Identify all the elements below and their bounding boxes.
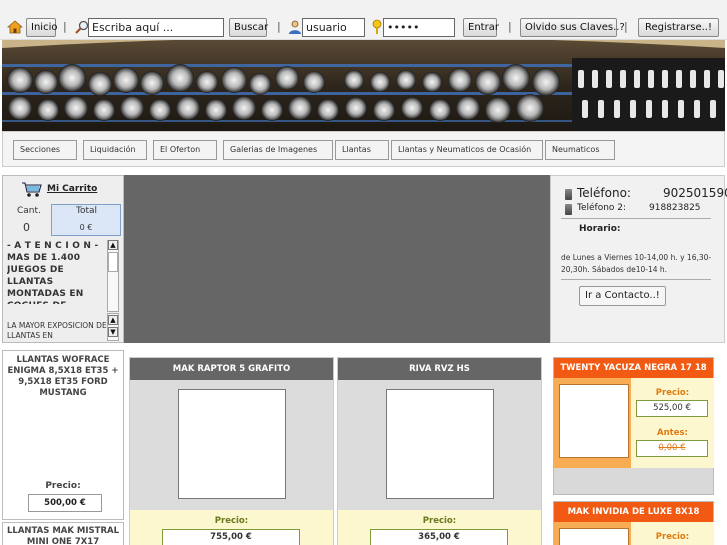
product-card[interactable]: MAK RAPTOR 5 GRAFITO Precio: 755,00 € (129, 357, 334, 545)
home-icon[interactable] (7, 19, 23, 35)
phone-label: Teléfono: (577, 186, 631, 200)
main-nav: Secciones Liquidación El Oferton Galeria… (2, 131, 725, 167)
product-card[interactable]: LLANTAS MAK MISTRAL MINI ONE 7X17 ANCLAJ… (2, 522, 124, 545)
scroll-up-icon[interactable]: ▲ (108, 315, 118, 325)
tire-store-panorama (2, 40, 725, 131)
product-image-area (130, 380, 333, 510)
search-input[interactable]: Escriba aquí ... (88, 18, 224, 37)
price-value: 500,00 € (28, 494, 102, 512)
before-label: Antes: (657, 428, 688, 438)
tab-secciones[interactable]: Secciones (13, 140, 77, 160)
cart-qty-header: Cant. (17, 206, 41, 216)
offer-prices: Precio: 525,00 € Antes: 0,00 € (631, 378, 714, 468)
offer-card[interactable]: TWENTY YACUZA NEGRA 17 18 Precio: 525,00… (553, 357, 714, 495)
top-toolbar: Inicio | Escriba aquí ... Buscar | usuar… (0, 0, 727, 40)
separator: | (624, 20, 628, 33)
product-title[interactable]: RIVA RVZ HS (338, 358, 541, 380)
cart-panel: Mi Carrito Cant. Total 0 0 € - A T E N C… (2, 175, 124, 343)
price-label: Precio: (214, 516, 249, 526)
scroll-down-icon[interactable]: ▼ (108, 327, 118, 337)
contact-button[interactable]: Ir a Contacto..! (579, 286, 666, 306)
password-field[interactable]: ••••• (383, 18, 455, 37)
phone-icon (565, 189, 572, 200)
tab-liquidacion[interactable]: Liquidación (83, 140, 147, 160)
page: Inicio | Escriba aquí ... Buscar | usuar… (0, 0, 727, 545)
phone-value: 902501590 (663, 186, 727, 200)
search-button[interactable]: Buscar (229, 18, 268, 37)
before-price: 0,00 € (636, 440, 708, 457)
notice-text-2: LA MAYOR EXPOSICION DE LLANTAS EN (7, 321, 107, 340)
username-field[interactable]: usuario (302, 18, 365, 37)
product-card[interactable]: RIVA RVZ HS Precio: 365,00 € (337, 357, 542, 545)
offer-body: Precio: 525,00 € Antes: 0,00 € (554, 378, 714, 468)
tab-neumaticos[interactable]: Neumaticos (545, 140, 615, 160)
register-button[interactable]: Registrarse..! (638, 18, 719, 37)
product-title[interactable]: LLANTAS MAK MISTRAL MINI ONE 7X17 ANCLAJ… (7, 526, 119, 545)
separator: | (63, 20, 67, 33)
tab-ocasion[interactable]: Llantas y Neumaticos de Ocasión (391, 140, 543, 160)
product-card[interactable]: LLANTAS WOFRACE ENIGMA 8,5X18 ET35 + 9,5… (2, 350, 124, 520)
cart-total-header: Total (76, 206, 98, 216)
product-image[interactable] (386, 389, 494, 499)
notice-text: - A T E N C I O N - MAS DE 1.400 JUEGOS … (7, 241, 99, 304)
phone-icon (565, 204, 572, 215)
product-title[interactable]: MAK RAPTOR 5 GRAFITO (130, 358, 333, 380)
user-icon (289, 20, 301, 34)
offer-card[interactable]: MAK INVIDIA DE LUXE 8X18 Precio: (553, 501, 714, 545)
offer-body: Precio: (554, 522, 714, 545)
separator: | (508, 20, 512, 33)
phone2-label: Teléfono 2: (577, 203, 627, 213)
scrollbar-thumb[interactable] (108, 252, 118, 272)
banner-image (2, 40, 725, 131)
cart-total-value: 0 € (79, 223, 93, 232)
offer-title[interactable]: TWENTY YACUZA NEGRA 17 18 (554, 358, 713, 378)
home-button[interactable]: Inicio (26, 18, 57, 37)
login-button[interactable]: Entrar (463, 18, 499, 37)
cart-icon[interactable] (21, 180, 43, 198)
notice-scrollbar[interactable] (107, 240, 119, 312)
contact-panel: Teléfono: 902501590 Teléfono 2: 91882382… (550, 175, 727, 343)
hours-text: de Lunes a Viernes 10-14,00 h. y 16,30-2… (561, 253, 712, 274)
offer-image[interactable] (559, 384, 629, 458)
price-label: Precio: (655, 388, 690, 398)
hours-label: Horario: (579, 224, 621, 234)
price-value: 525,00 € (636, 400, 708, 417)
divider (561, 218, 711, 219)
product-image-area (338, 380, 541, 510)
offer-prices: Precio: (631, 522, 714, 545)
tab-galerias[interactable]: Galerias de Imagenes (223, 140, 333, 160)
product-image[interactable] (178, 389, 286, 499)
cart-qty-value: 0 (23, 221, 30, 234)
product-title[interactable]: LLANTAS WOFRACE ENIGMA 8,5X18 ET35 + 9,5… (7, 355, 119, 399)
price-label: Precio: (422, 516, 457, 526)
price-area: Precio: 755,00 € (130, 510, 333, 545)
forgot-password-button[interactable]: Olvido sus Claves..? (520, 18, 625, 37)
divider (561, 279, 711, 280)
price-value: 755,00 € (162, 529, 300, 545)
price-label: Precio: (655, 532, 690, 542)
cart-title-link[interactable]: Mi Carrito (47, 184, 97, 194)
separator: | (277, 20, 281, 33)
price-label: Precio: (45, 481, 81, 491)
phone2-value: 918823825 (649, 203, 701, 213)
scroll-up-icon[interactable]: ▲ (108, 240, 118, 250)
tab-llantas[interactable]: Llantas (335, 140, 389, 160)
offer-title[interactable]: MAK INVIDIA DE LUXE 8X18 (554, 502, 713, 522)
slideshow-area (124, 175, 550, 343)
price-value: 365,00 € (370, 529, 508, 545)
tab-el-oferton[interactable]: El Oferton (153, 140, 217, 160)
price-area: Precio: 365,00 € (338, 510, 541, 545)
offer-image[interactable] (559, 528, 629, 545)
